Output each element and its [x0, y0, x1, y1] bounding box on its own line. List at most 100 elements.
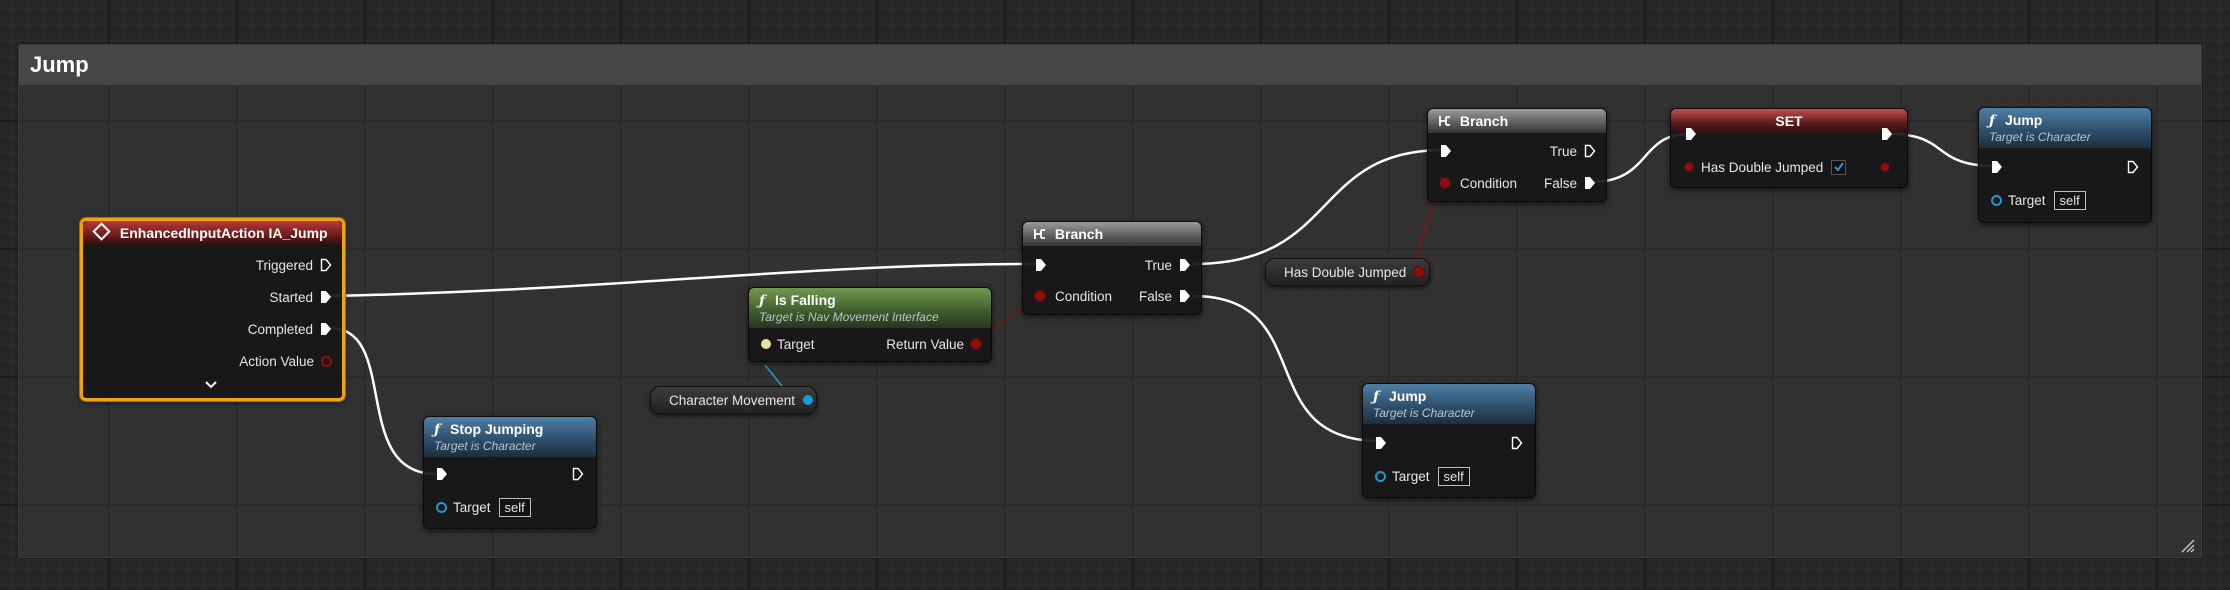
pin-label: Action Value: [239, 353, 314, 369]
node-header: ƒ Jump Target is Character: [1363, 384, 1535, 424]
pin-label: True: [1549, 143, 1577, 159]
object-pin-icon[interactable]: [436, 501, 447, 513]
bool-pin-icon[interactable]: [1035, 291, 1045, 301]
pin-label: Target: [2008, 192, 2046, 208]
node-header: ƒ Jump Target is Character: [1979, 108, 2151, 148]
node-header: EnhancedInputAction IA_Jump: [83, 221, 342, 245]
object-pin-icon[interactable]: [1375, 470, 1386, 482]
pin-label: Target: [1392, 468, 1430, 484]
pin-row-condition[interactable]: Condition: [1440, 173, 1517, 193]
checkbox-checked[interactable]: [1831, 159, 1847, 175]
function-icon: ƒ: [1373, 389, 1380, 405]
pin-label: Condition: [1460, 175, 1518, 191]
exec-out-pin-icon[interactable]: [1179, 258, 1191, 272]
function-icon: ƒ: [759, 293, 766, 309]
node-jump-false[interactable]: ƒ Jump Target is Character Target self: [1362, 383, 1536, 498]
wire-completed-to-stop-jumping: [329, 326, 437, 476]
exec-in-pin-icon[interactable]: [1035, 258, 1047, 272]
exec-out-pin-icon[interactable]: [1511, 436, 1523, 450]
bool-pin-icon[interactable]: [1414, 267, 1425, 277]
branch-icon: [1034, 229, 1045, 239]
node-header: Branch: [1023, 222, 1201, 246]
node-title: Branch: [1054, 226, 1104, 242]
function-icon: ƒ: [1989, 113, 1996, 129]
exec-out-pin-icon[interactable]: [572, 467, 584, 481]
pin-label: Completed: [247, 321, 313, 337]
pin-label: Triggered: [255, 257, 313, 273]
function-icon: ƒ: [434, 422, 441, 438]
node-title: Jump: [1389, 388, 1427, 404]
target-value-field[interactable]: self: [2053, 190, 2086, 210]
pin-row-target[interactable]: Target: [761, 334, 815, 354]
pin-row-target[interactable]: Target self: [1991, 190, 2086, 210]
node-is-falling[interactable]: ƒ Is Falling Target is Nav Movement Inter…: [748, 287, 992, 362]
exec-in-pin-icon[interactable]: [1991, 160, 2003, 174]
node-has-double-jumped-getter[interactable]: Has Double Jumped: [1265, 258, 1430, 286]
exec-out-pin-icon[interactable]: [1881, 127, 1893, 141]
node-label: Has Double Jumped: [1284, 264, 1407, 280]
checkmark-icon: [1834, 162, 1844, 172]
node-title: Branch: [1459, 113, 1509, 129]
interface-pin-icon[interactable]: [761, 339, 771, 349]
pin-label: True: [1144, 257, 1172, 273]
exec-in-pin-icon[interactable]: [1375, 436, 1387, 450]
event-diamond-icon: [92, 222, 111, 241]
pin-row-completed[interactable]: Completed: [248, 319, 332, 339]
node-title: Stop Jumping: [450, 421, 544, 437]
target-value-field[interactable]: self: [1437, 466, 1470, 486]
exec-in-pin-icon[interactable]: [1440, 144, 1452, 158]
pin-row-triggered[interactable]: Triggered: [256, 255, 332, 275]
node-header: ƒ Is Falling Target is Nav Movement Inter…: [749, 288, 991, 328]
wire-branch1-false-to-jump: [1192, 294, 1381, 443]
exec-out-pin-icon[interactable]: [1179, 289, 1191, 303]
node-branch-2[interactable]: Branch True Condition False: [1427, 108, 1607, 202]
exec-pin-icon[interactable]: [320, 290, 332, 304]
pin-label: False: [1543, 175, 1577, 191]
node-set-has-double-jumped[interactable]: SET Has Double Jumped: [1670, 108, 1908, 188]
pin-row-target[interactable]: Target self: [1375, 466, 1470, 486]
bool-pin-icon[interactable]: [1685, 163, 1693, 171]
bool-out-pin-icon[interactable]: [1881, 163, 1889, 171]
branch-icon: [1439, 116, 1450, 126]
pin-label: Started: [269, 289, 313, 305]
exec-pin-icon[interactable]: [320, 322, 332, 336]
target-value-field[interactable]: self: [498, 497, 531, 517]
exec-out-pin-icon[interactable]: [1584, 176, 1596, 190]
pin-row-false[interactable]: False: [1139, 286, 1191, 306]
exec-in-pin-icon[interactable]: [1685, 127, 1697, 141]
exec-out-pin-icon[interactable]: [1584, 144, 1596, 158]
bool-pin-icon[interactable]: [321, 355, 332, 367]
object-pin-icon[interactable]: [803, 395, 814, 405]
node-label: Character Movement: [669, 392, 796, 408]
pin-row-true[interactable]: True: [1145, 255, 1191, 275]
node-header: Branch: [1428, 109, 1606, 133]
pin-row-started[interactable]: Started: [269, 287, 332, 307]
pin-row-target[interactable]: Target self: [436, 497, 531, 517]
node-header: ƒ Stop Jumping Target is Character: [424, 417, 596, 457]
node-subtitle: Target is Character: [1989, 130, 2091, 144]
pin-row-return-value[interactable]: Return Value: [886, 334, 981, 354]
chevron-down-icon[interactable]: [205, 381, 217, 389]
pin-row-false[interactable]: False: [1544, 173, 1596, 193]
pin-row-condition[interactable]: Condition: [1035, 286, 1112, 306]
node-branch-1[interactable]: Branch True Condition False: [1022, 221, 1202, 315]
pin-row-action-value[interactable]: Action Value: [239, 351, 332, 371]
node-stop-jumping[interactable]: ƒ Stop Jumping Target is Character Target…: [423, 416, 597, 529]
node-enhanced-input-action[interactable]: EnhancedInputAction IA_Jump Triggered St…: [80, 218, 345, 401]
bool-pin-icon[interactable]: [971, 339, 981, 349]
exec-pin-icon[interactable]: [320, 258, 332, 272]
pin-row-has-double-jumped[interactable]: Has Double Jumped: [1685, 157, 1847, 177]
pin-label: Return Value: [886, 336, 964, 352]
node-subtitle: Target is Character: [434, 439, 536, 453]
node-subtitle: Target is Nav Movement Interface: [759, 310, 939, 324]
exec-in-pin-icon[interactable]: [436, 467, 448, 481]
node-title: Jump: [2005, 112, 2043, 128]
bool-pin-icon[interactable]: [1440, 178, 1450, 188]
object-pin-icon[interactable]: [1991, 194, 2002, 206]
node-jump-final[interactable]: ƒ Jump Target is Character Target self: [1978, 107, 2152, 223]
pin-row-true[interactable]: True: [1550, 141, 1596, 161]
exec-out-pin-icon[interactable]: [2127, 160, 2139, 174]
node-character-movement-getter[interactable]: Character Movement: [650, 386, 817, 414]
node-title: EnhancedInputAction IA_Jump: [119, 225, 328, 241]
pin-label: Has Double Jumped: [1701, 159, 1824, 175]
